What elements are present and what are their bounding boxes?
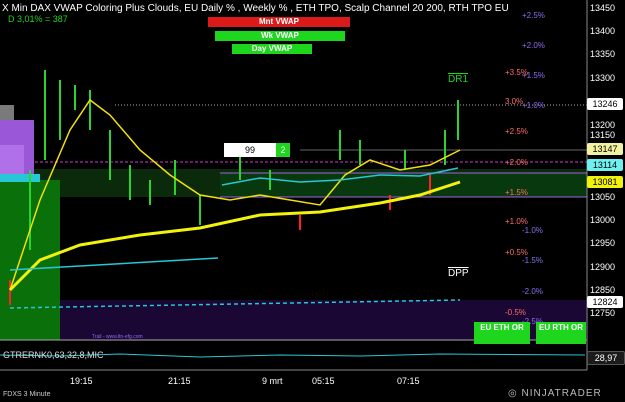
- dr1-label: DR1: [448, 74, 469, 85]
- pct-label: -0.5%: [505, 308, 526, 317]
- pct-label: +1.0%: [522, 101, 545, 110]
- last-price-tag: 13246: [587, 98, 623, 110]
- price-tag: 12824: [587, 296, 623, 308]
- pct-label: +1.5%: [522, 71, 545, 80]
- pct-label: +2.5%: [522, 11, 545, 20]
- ninjatrader-logo: ◎ NINJATRADER: [508, 388, 602, 399]
- price-tag: 13114: [587, 159, 623, 171]
- pct-label: +2.0%: [522, 41, 545, 50]
- price-tick: 12750: [590, 308, 616, 318]
- time-tick: 07:15: [397, 376, 420, 386]
- price-tick: 13350: [590, 49, 616, 59]
- ninja-icon: ◎: [508, 388, 518, 399]
- pct-label: +2.0%: [505, 158, 528, 167]
- price-tick: 13050: [590, 192, 616, 202]
- price-tick: 13000: [590, 215, 616, 225]
- slow-ma-line: [8, 180, 461, 292]
- footnote-label: Trail - www.ltn-efg.com: [92, 334, 143, 340]
- time-tick: 21:15: [168, 376, 191, 386]
- indicator-value-tag: 28,97: [587, 351, 625, 365]
- time-tick: 9 mrt: [262, 376, 283, 386]
- pct-label: -2.0%: [522, 287, 543, 296]
- instrument-label: FDXS 3 Minute: [3, 391, 51, 398]
- daily-change-label: D 3,01% = 387: [8, 14, 68, 24]
- price-chart[interactable]: [0, 0, 625, 402]
- price-tick: 13300: [590, 73, 616, 83]
- day-vwap-button[interactable]: Day VWAP: [232, 44, 312, 54]
- dpp-label: DPP: [448, 268, 469, 279]
- eu-rth-or-box: EU RTH OR: [536, 322, 586, 344]
- brand-label: NINJATRADER: [521, 388, 602, 399]
- tpo-value-box: 99: [224, 143, 276, 157]
- eu-eth-or-box: EU ETH OR: [474, 322, 530, 344]
- price-tick: 13400: [590, 26, 616, 36]
- price-tag: 13147: [587, 143, 623, 155]
- price-tick: 13450: [590, 3, 616, 13]
- rth-cloud-zone: [220, 173, 587, 197]
- pct-label: +1.0%: [505, 217, 528, 226]
- chart-window: X Min DAX VWAP Coloring Plus Clouds, EU …: [0, 0, 625, 402]
- tpo-profile: [0, 105, 40, 182]
- price-tick: 12950: [590, 238, 616, 248]
- pct-label: -1.5%: [522, 256, 543, 265]
- price-tick: 13200: [590, 120, 616, 130]
- time-tick: 05:15: [312, 376, 335, 386]
- pct-label: -1.0%: [522, 226, 543, 235]
- pct-label: +1.5%: [505, 188, 528, 197]
- chart-title: X Min DAX VWAP Coloring Plus Clouds, EU …: [2, 3, 509, 14]
- price-tag: 13081: [587, 176, 623, 188]
- time-tick: 19:15: [70, 376, 93, 386]
- pct-label: 3.0%: [505, 97, 524, 106]
- price-tick: 12900: [590, 262, 616, 272]
- tpo-count-box: 2: [276, 143, 290, 157]
- pct-label: +2.5%: [505, 127, 528, 136]
- price-tick: 13150: [590, 130, 616, 140]
- price-tick: 12850: [590, 285, 616, 295]
- mnt-vwap-button[interactable]: Mnt VWAP: [208, 17, 350, 27]
- wk-vwap-button[interactable]: Wk VWAP: [215, 31, 345, 41]
- indicator-label: GTRERNK0,63,32,8,MIC: [3, 350, 104, 360]
